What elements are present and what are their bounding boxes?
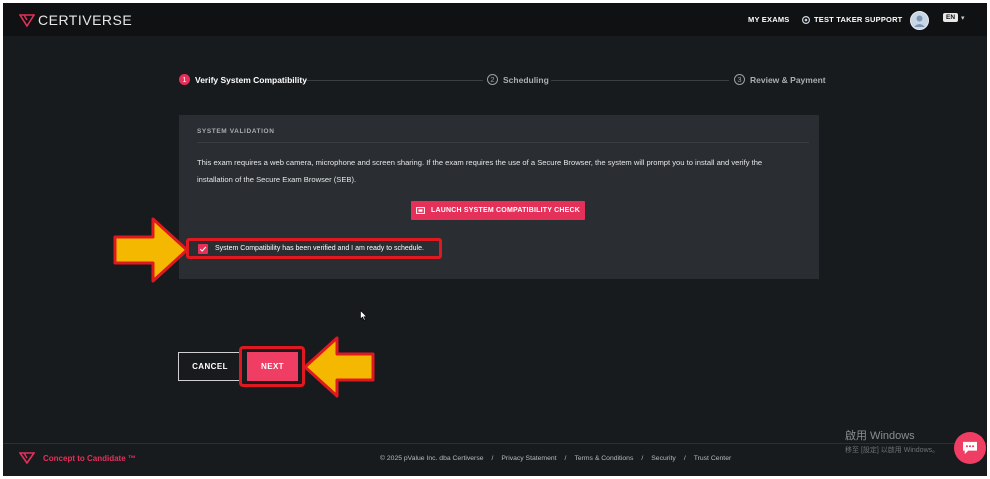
app-window: CERTIVERSE MY EXAMS TEST TAKER SUPPORT E… [3, 3, 987, 476]
verification-highlight: System Compatibility has been verified a… [186, 238, 442, 259]
step-verify: 1 Verify System Compatibility [179, 74, 307, 85]
checkbox-label: System Compatibility has been verified a… [215, 245, 424, 252]
terms-conditions-link[interactable]: Terms & Conditions [574, 455, 633, 462]
user-avatar-icon [914, 15, 925, 27]
checkmark-icon [199, 246, 207, 252]
step-label: Scheduling [503, 74, 549, 85]
copyright-text: © 2025 pValue Inc. dba Certiverse [380, 455, 484, 462]
user-avatar[interactable] [910, 11, 929, 30]
step-number: 2 [487, 74, 498, 85]
nav-test-taker-support[interactable]: TEST TAKER SUPPORT [802, 15, 902, 24]
step-number: 3 [734, 74, 745, 85]
step-label: Review & Payment [750, 74, 826, 85]
chat-bubble-icon [963, 441, 977, 455]
certiverse-logo-icon [19, 14, 35, 27]
ready-to-schedule-checkbox[interactable] [198, 243, 208, 254]
launch-compatibility-check-button[interactable]: LAUNCH SYSTEM COMPATIBILITY CHECK [411, 201, 585, 220]
nav-support-label: TEST TAKER SUPPORT [814, 15, 903, 24]
watermark-subtitle: 移至 [設定] 以啟用 Windows。 [845, 447, 940, 454]
stepper-connector [303, 80, 483, 81]
chevron-down-icon: ▾ [961, 14, 965, 22]
windows-activation-watermark: 啟用 Windows 移至 [設定] 以啟用 Windows。 [845, 427, 939, 455]
monitor-icon [416, 207, 425, 214]
nav-my-exams[interactable]: MY EXAMS [748, 15, 789, 24]
footer-tagline: Concept to Candidate ™ [43, 453, 136, 463]
step-review-payment: 3 Review & Payment [734, 74, 826, 85]
security-link[interactable]: Security [651, 455, 676, 462]
step-label: Verify System Compatibility [195, 74, 307, 85]
stepper-connector [551, 80, 729, 81]
step-scheduling: 2 Scheduling [487, 74, 549, 85]
cancel-button[interactable]: CANCEL [178, 352, 242, 381]
card-title: SYSTEM VALIDATION [197, 128, 275, 135]
certiverse-logo-icon [19, 452, 35, 464]
footer-divider [3, 443, 987, 444]
annotation-arrow-right-icon [113, 217, 189, 283]
footer-brand: Concept to Candidate ™ [19, 452, 136, 464]
footer-links: © 2025 pValue Inc. dba Certiverse / Priv… [380, 455, 732, 462]
validation-description: This exam requires a web camera, microph… [197, 158, 763, 184]
brand-logo[interactable]: CERTIVERSE [19, 12, 132, 28]
privacy-statement-link[interactable]: Privacy Statement [501, 455, 556, 462]
step-number: 1 [179, 74, 190, 85]
mouse-cursor-icon [360, 310, 367, 321]
language-badge: EN [943, 13, 959, 22]
top-header: CERTIVERSE MY EXAMS TEST TAKER SUPPORT E… [3, 3, 987, 36]
support-icon [802, 15, 810, 24]
trust-center-link[interactable]: Trust Center [694, 455, 732, 462]
card-divider [197, 142, 809, 143]
watermark-title: 啟用 Windows [845, 430, 915, 442]
language-selector[interactable]: EN ▾ [943, 13, 965, 22]
annotation-arrow-left-icon [303, 336, 375, 398]
launch-button-label: LAUNCH SYSTEM COMPATIBILITY CHECK [431, 207, 580, 214]
brand-name: CERTIVERSE [38, 12, 133, 28]
chat-button[interactable] [954, 432, 986, 464]
next-button[interactable]: NEXT [247, 352, 298, 381]
system-validation-card: SYSTEM VALIDATION This exam requires a w… [179, 115, 819, 279]
